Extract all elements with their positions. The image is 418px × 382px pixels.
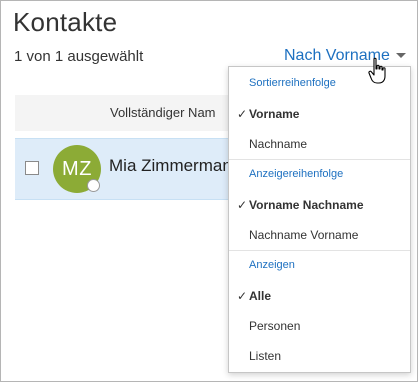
menu-item-label: Vorname [249, 107, 300, 121]
checkmark-icon: ✓ [237, 198, 248, 212]
chevron-down-icon [395, 53, 406, 59]
section-label-sort-order: Sortierreihenfolge [249, 77, 336, 89]
checkmark-icon: ✓ [237, 107, 248, 121]
checkmark-icon: ✓ [237, 289, 248, 303]
page-title: Kontakte [13, 7, 118, 37]
contact-name: Mia Zimmerman [109, 156, 232, 175]
menu-item-nachname[interactable]: Nachname [229, 129, 410, 159]
menu-item-label: Listen [249, 349, 282, 363]
menu-section-display-order: Anzeigereihenfolge [229, 160, 410, 190]
menu-item-alle[interactable]: ✓ Alle [229, 281, 410, 311]
menu-item-label: Personen [249, 319, 301, 333]
section-label-show: Anzeigen [249, 259, 295, 271]
contacts-panel: Kontakte 1 von 1 ausgewählt Nach Vorname… [0, 0, 418, 382]
section-label-display-order: Anzeigereihenfolge [249, 168, 344, 180]
menu-item-listen[interactable]: Listen [229, 341, 410, 371]
hand-pointer-icon [368, 57, 386, 84]
menu-item-personen[interactable]: Personen [229, 311, 410, 341]
menu-item-vorname[interactable]: ✓ Vorname [229, 99, 410, 129]
menu-item-label: Alle [249, 289, 272, 303]
menu-item-label: Vorname Nachname [249, 198, 364, 212]
presence-status-icon [87, 179, 100, 192]
menu-item-label: Nachname Vorname [249, 228, 359, 242]
column-header[interactable]: Vollständiger Nam [15, 95, 239, 131]
column-header-full-name[interactable]: Vollständiger Nam [110, 105, 216, 120]
selection-count: 1 von 1 ausgewählt [14, 48, 144, 65]
contact-row[interactable]: MZ Mia Zimmerman [15, 138, 239, 200]
sort-options-menu: Sortierreihenfolge ✓ Vorname Nachname An… [228, 66, 411, 373]
row-checkbox[interactable] [25, 161, 39, 175]
menu-item-vorname-nachname[interactable]: ✓ Vorname Nachname [229, 190, 410, 220]
menu-item-nachname-vorname[interactable]: Nachname Vorname [229, 220, 410, 250]
menu-section-show: Anzeigen [229, 251, 410, 281]
menu-item-label: Nachname [249, 137, 308, 151]
